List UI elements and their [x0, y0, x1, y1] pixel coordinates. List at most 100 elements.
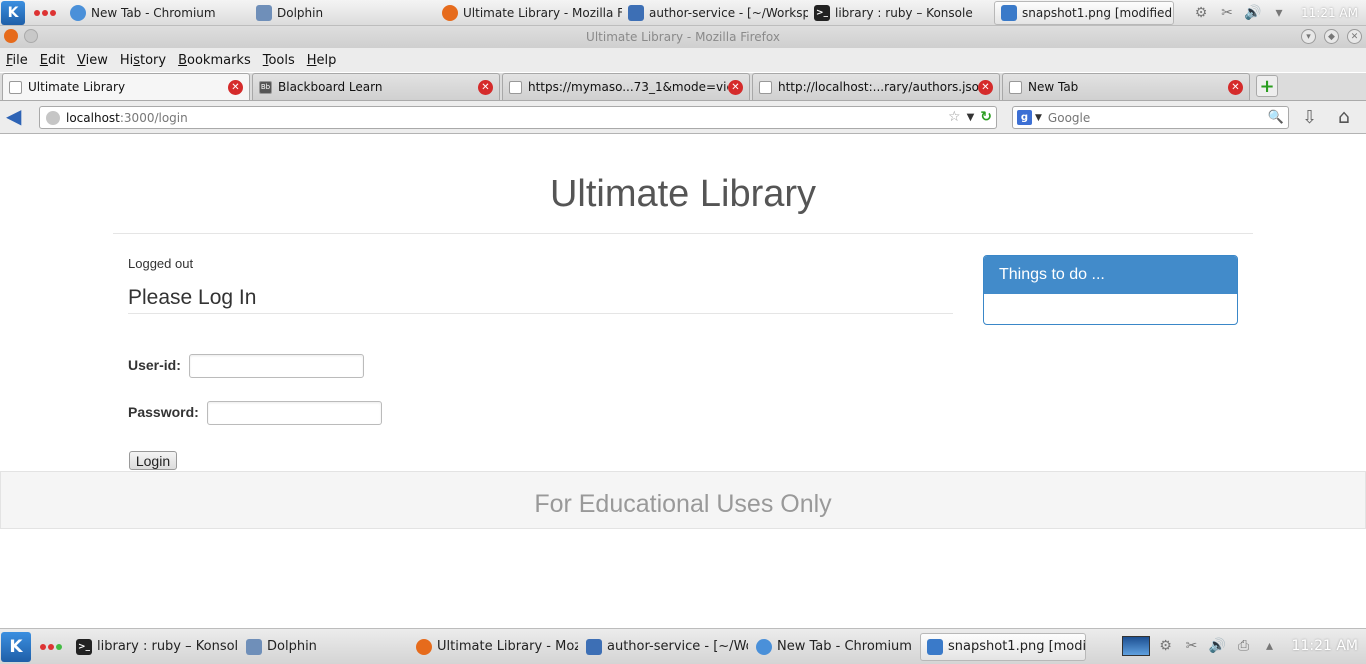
divider: [113, 233, 1253, 234]
search-bar[interactable]: g ▼ 🔍: [1012, 106, 1289, 129]
tab-close-icon[interactable]: ✕: [728, 79, 743, 95]
tab-blackboard[interactable]: Bb Blackboard Learn ✕: [252, 73, 500, 100]
scissors-icon[interactable]: ✂: [1217, 3, 1237, 23]
window-title: Ultimate Library - Mozilla Firefox: [586, 30, 780, 44]
blackboard-icon: Bb: [259, 80, 272, 94]
url-host: localhost: [66, 110, 120, 125]
home-icon[interactable]: ⌂: [1338, 106, 1350, 128]
maximize-icon[interactable]: ◆: [1324, 29, 1339, 44]
back-arrow-icon[interactable]: ◀: [6, 106, 30, 127]
userid-input[interactable]: [189, 354, 364, 378]
tab-close-icon[interactable]: ✕: [478, 79, 493, 95]
system-tray: ⚙ ✂ 🔊 ▾ 11:21 AM: [1191, 0, 1366, 26]
taskbar-item-firefox[interactable]: Ultimate Library - Mozilla: [410, 633, 578, 661]
page-icon: [9, 80, 22, 94]
tab-close-icon[interactable]: ✕: [978, 79, 993, 95]
tab-label: Blackboard Learn: [278, 80, 383, 94]
menu-edit[interactable]: Edit: [40, 53, 71, 68]
settings-icon[interactable]: ⚙: [1191, 3, 1211, 23]
image-icon: [927, 638, 943, 655]
menu-view[interactable]: View: [77, 53, 114, 68]
tab-label: New Tab: [1028, 80, 1079, 94]
menu-tools[interactable]: Tools: [263, 53, 301, 68]
password-label: Password:: [128, 404, 199, 420]
site-title: Ultimate Library: [549, 173, 817, 215]
taskbar-item-firefox[interactable]: Ultimate Library - Mozilla Fi: [436, 1, 622, 25]
close-icon[interactable]: ✕: [1347, 29, 1362, 44]
search-engine-dropdown-icon[interactable]: ▼: [1035, 113, 1042, 123]
ide-icon: [586, 638, 602, 655]
menu-file[interactable]: File: [6, 53, 34, 68]
search-input[interactable]: [1047, 110, 1258, 125]
tray-expand-icon[interactable]: ▾: [1269, 3, 1289, 23]
firefox-icon: [416, 638, 432, 655]
menu-bookmarks[interactable]: Bookmarks: [178, 53, 257, 68]
download-arrow-icon[interactable]: ⇩: [1302, 107, 1317, 128]
taskbar-item-label: Ultimate Library - Mozilla: [437, 639, 578, 654]
taskbar-item-snapshot[interactable]: snapshot1.png [modified: [920, 632, 1086, 661]
reload-icon[interactable]: ↻: [980, 109, 992, 125]
terminal-icon: >_: [76, 638, 92, 655]
tab-ultimate-library[interactable]: Ultimate Library ✕: [2, 73, 250, 100]
image-icon: [1001, 4, 1017, 21]
taskbar-item-konsole[interactable]: >_ library : ruby – Konsole: [808, 1, 994, 25]
divider: [128, 313, 953, 314]
taskbar-item-label: New Tab - Chromium: [777, 639, 912, 654]
clock[interactable]: 11:21 AM: [1292, 638, 1358, 654]
scissors-icon[interactable]: ✂: [1182, 636, 1202, 656]
pin-icon[interactable]: [24, 29, 38, 43]
taskbar-item-chromium[interactable]: New Tab - Chromium: [750, 633, 918, 661]
tray-expand-icon[interactable]: ▴: [1260, 636, 1280, 656]
minimize-icon[interactable]: ▾: [1301, 29, 1316, 44]
tab-label: Ultimate Library: [28, 80, 126, 94]
menu-help[interactable]: Help: [307, 53, 343, 68]
printer-icon[interactable]: ⎙: [1234, 636, 1254, 656]
taskbar-item-ide[interactable]: author-service - [~/Workspa: [622, 1, 808, 25]
dolphin-icon: [256, 4, 272, 21]
menu-history[interactable]: History: [120, 53, 172, 68]
login-button[interactable]: Login: [129, 451, 177, 470]
taskbar-item-chromium[interactable]: New Tab - Chromium: [64, 1, 250, 25]
window-titlebar[interactable]: Ultimate Library - Mozilla Firefox ▾ ◆ ✕: [0, 26, 1366, 48]
taskbar-item-label: Dolphin: [277, 5, 324, 20]
terminal-icon: >_: [814, 4, 830, 21]
settings-icon[interactable]: ⚙: [1156, 636, 1176, 656]
activity-dots-icon[interactable]: [34, 9, 56, 16]
password-input[interactable]: [207, 401, 382, 425]
volume-icon[interactable]: 🔊: [1208, 636, 1228, 656]
tab-new-tab[interactable]: New Tab ✕: [1002, 73, 1250, 100]
tab-mymason[interactable]: https://mymaso...73_1&mode=view ✕: [502, 73, 750, 100]
url-path: :3000/login: [119, 110, 188, 125]
globe-icon[interactable]: [46, 110, 60, 125]
taskbar-item-label: library : ruby – Konsole: [835, 5, 973, 20]
taskbar-item-snapshot[interactable]: snapshot1.png [modified] –: [994, 0, 1174, 25]
page-footer: For Educational Uses Only: [0, 471, 1366, 529]
taskbar-item-dolphin[interactable]: Dolphin: [240, 633, 408, 661]
url-bar[interactable]: localhost :3000/login ☆ ▼ ↻: [39, 106, 997, 129]
activity-dots-icon[interactable]: [40, 643, 62, 650]
bookmark-star-icon[interactable]: ☆: [948, 109, 961, 125]
kde-menu-icon[interactable]: K: [1, 0, 25, 25]
dolphin-icon: [246, 638, 262, 655]
kde-top-panel: K New Tab - Chromium Dolphin Ultimate Li…: [0, 0, 1366, 26]
page-heading: Please Log In: [128, 286, 257, 309]
page-icon: [509, 80, 522, 94]
kde-menu-icon[interactable]: K: [1, 631, 31, 662]
tab-close-icon[interactable]: ✕: [228, 79, 243, 95]
binoculars-icon[interactable]: 🔍: [1268, 110, 1284, 125]
taskbar-item-label: author-service - [~/Work: [607, 639, 748, 654]
tab-authors-json[interactable]: http://localhost:...rary/authors.json ✕: [752, 73, 1000, 100]
url-dropdown-icon[interactable]: ▼: [967, 112, 975, 123]
page-content: Ultimate Library Logged out Please Log I…: [0, 135, 1366, 627]
volume-icon[interactable]: 🔊: [1243, 3, 1263, 23]
clock[interactable]: 11:21 AM: [1301, 6, 1358, 20]
pager-icon[interactable]: [1121, 636, 1150, 656]
taskbar-item-ide[interactable]: author-service - [~/Work: [580, 633, 748, 661]
taskbar-item-dolphin[interactable]: Dolphin: [250, 1, 436, 25]
tab-close-icon[interactable]: ✕: [1228, 79, 1243, 95]
chromium-icon: [70, 4, 86, 21]
google-icon[interactable]: g: [1017, 110, 1032, 125]
new-tab-button[interactable]: +: [1256, 75, 1278, 97]
taskbar-item-konsole[interactable]: >_ library : ruby – Konsole: [70, 633, 238, 661]
taskbar-item-label: snapshot1.png [modified] –: [1022, 5, 1174, 20]
